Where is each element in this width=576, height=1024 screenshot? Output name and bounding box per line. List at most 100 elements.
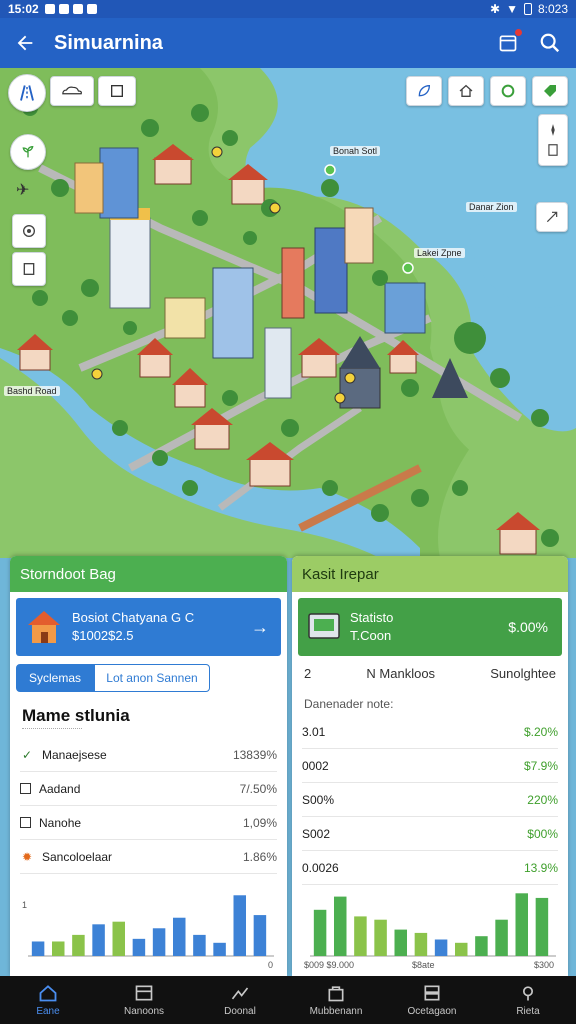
page-title: Simuarnina: [54, 31, 163, 54]
nav-item-6[interactable]: Rieta: [480, 976, 576, 1024]
chart-bar: [193, 934, 206, 956]
left-feature-card[interactable]: Bosiot Chatyana G C $1002$2.5 →: [16, 598, 281, 656]
row-label: 3.01: [302, 724, 326, 739]
feature-title: Bosiot Chatyana G C: [72, 610, 195, 625]
nav-item-3[interactable]: Doonal: [192, 976, 288, 1024]
right-chart-x-start: $009 $9.000: [304, 960, 355, 970]
nav-label: Rieta: [516, 1005, 540, 1017]
feature-title: Statisto: [350, 610, 394, 625]
segment-2[interactable]: Lot anon Sannen: [94, 664, 210, 692]
row-value: 7/.50%: [239, 781, 277, 796]
chart-bar: [253, 915, 267, 956]
chart-bar: [394, 929, 408, 956]
chart-bar: [495, 919, 508, 956]
house-icon: [28, 611, 60, 643]
map-left-button-2[interactable]: [12, 214, 46, 248]
nav-item-2[interactable]: Nanoons: [96, 976, 192, 1024]
right-panel-header: Kasit Irepar: [292, 556, 568, 592]
chart-bar: [213, 942, 226, 956]
wifi-icon: ▼: [506, 2, 518, 16]
monitor-icon: [308, 613, 340, 639]
list-item[interactable]: 3.01 $.20%: [302, 715, 558, 749]
chart-bar: [434, 939, 448, 956]
nav-item-home[interactable]: Eane: [0, 976, 96, 1024]
row-label: Aadand: [39, 781, 81, 796]
map-top-button-2[interactable]: [448, 76, 484, 106]
chart-bar: [374, 919, 387, 956]
left-bar-chart: [28, 895, 274, 957]
row-label: Sancoloelaar: [42, 849, 113, 864]
arrow-left-icon: [17, 35, 33, 51]
left-chart-y-label: 1: [22, 900, 28, 910]
nav-item-4[interactable]: Mubbenann: [288, 976, 384, 1024]
list-item[interactable]: ✹ Sancoloelaar 1.86%: [20, 840, 277, 874]
map-label: Bonah Sotl: [330, 146, 381, 156]
list-item[interactable]: 0002 $7.9%: [302, 749, 558, 783]
chart-bar: [152, 928, 166, 956]
status-bar: 15:02 ✱ ▼ 8:023: [0, 0, 576, 18]
home-icon: [39, 984, 57, 1001]
chart-bar: [233, 895, 247, 956]
chart-bar: [535, 897, 549, 956]
status-right: ✱ ▼ 8:023: [490, 2, 568, 16]
map-top-button-4[interactable]: [532, 76, 568, 106]
city-map[interactable]: Bonah Sotl Danar Zion Lakei Zpne Bashd R…: [0, 68, 576, 558]
book-icon: [23, 263, 35, 275]
row-label: S00%: [302, 792, 335, 807]
back-button[interactable]: [0, 18, 50, 68]
chart-bar: [92, 924, 105, 956]
map-left-button-1[interactable]: [10, 134, 46, 170]
weather-button[interactable]: [50, 76, 94, 106]
list-item[interactable]: Nanohe 1,09%: [20, 806, 277, 840]
list-item[interactable]: S002 $00%: [302, 817, 558, 851]
layers-icon: [424, 985, 440, 1000]
list-title: Mame stlunia: [22, 706, 130, 725]
list-item[interactable]: Aadand 7/.50%: [20, 772, 277, 806]
chart-bar: [313, 909, 327, 956]
bottom-nav: Eane Nanoons Doonal Mubbenann Ocetagaon …: [0, 976, 576, 1024]
gear-icon: ✹: [21, 849, 33, 864]
tag-icon: [544, 85, 556, 97]
nav-label: Ocetagaon: [407, 1005, 457, 1017]
row-value: 1,09%: [242, 815, 277, 830]
segment-1[interactable]: Syclemas: [16, 664, 94, 692]
list-item[interactable]: ✓ Manaejsese 13839%: [20, 738, 277, 772]
row-value: 13.9%: [523, 860, 558, 875]
row-label: 0.0026: [302, 860, 339, 875]
list-item[interactable]: S00% 220%: [302, 783, 558, 817]
status-time: 15:02: [8, 2, 39, 16]
segment-control: Syclemas Lot anon Sannen: [16, 664, 281, 692]
map-top-button-3[interactable]: [490, 76, 526, 106]
status-icons: [44, 4, 97, 14]
right-feature-card[interactable]: Statisto T.Coon $.00%: [298, 598, 562, 656]
map-right-button-2[interactable]: [536, 202, 568, 232]
search-button[interactable]: [538, 31, 562, 55]
nav-item-5[interactable]: Ocetagaon: [384, 976, 480, 1024]
calendar-button[interactable]: [496, 29, 522, 55]
map-top-button-1[interactable]: [406, 76, 442, 106]
feature-subtitle: T.Coon: [350, 628, 392, 643]
road-button[interactable]: [8, 74, 46, 112]
chart-bar: [475, 936, 488, 956]
left-list: ✓ Manaejsese 13839% Aadand 7/.50% Nanohe…: [20, 738, 277, 874]
row-label: S002: [302, 826, 331, 841]
map-right-button-1[interactable]: [538, 114, 568, 166]
map-label: Bashd Road: [4, 386, 60, 396]
map-label: Lakei Zpne: [414, 248, 465, 258]
battery-icon: [523, 3, 532, 15]
chart-bar: [354, 916, 367, 956]
app-bar: Simuarnina: [0, 18, 576, 68]
map-left-button-3[interactable]: [12, 252, 46, 286]
row-value: $00%: [527, 826, 558, 841]
nav-label: Mubbenann: [309, 1005, 363, 1017]
target-icon: [23, 225, 35, 237]
stat-2: N Mankloos: [366, 666, 436, 681]
layers-button[interactable]: [98, 76, 136, 106]
check-icon: ✓: [21, 747, 33, 762]
list-item[interactable]: 0.0026 13.9%: [302, 851, 558, 885]
chart-bar: [515, 893, 529, 956]
bluetooth-icon: ✱: [490, 2, 501, 16]
left-panel-header: Storndoot Bag: [10, 556, 287, 592]
chart-bar: [333, 896, 347, 956]
divider: [22, 728, 82, 734]
